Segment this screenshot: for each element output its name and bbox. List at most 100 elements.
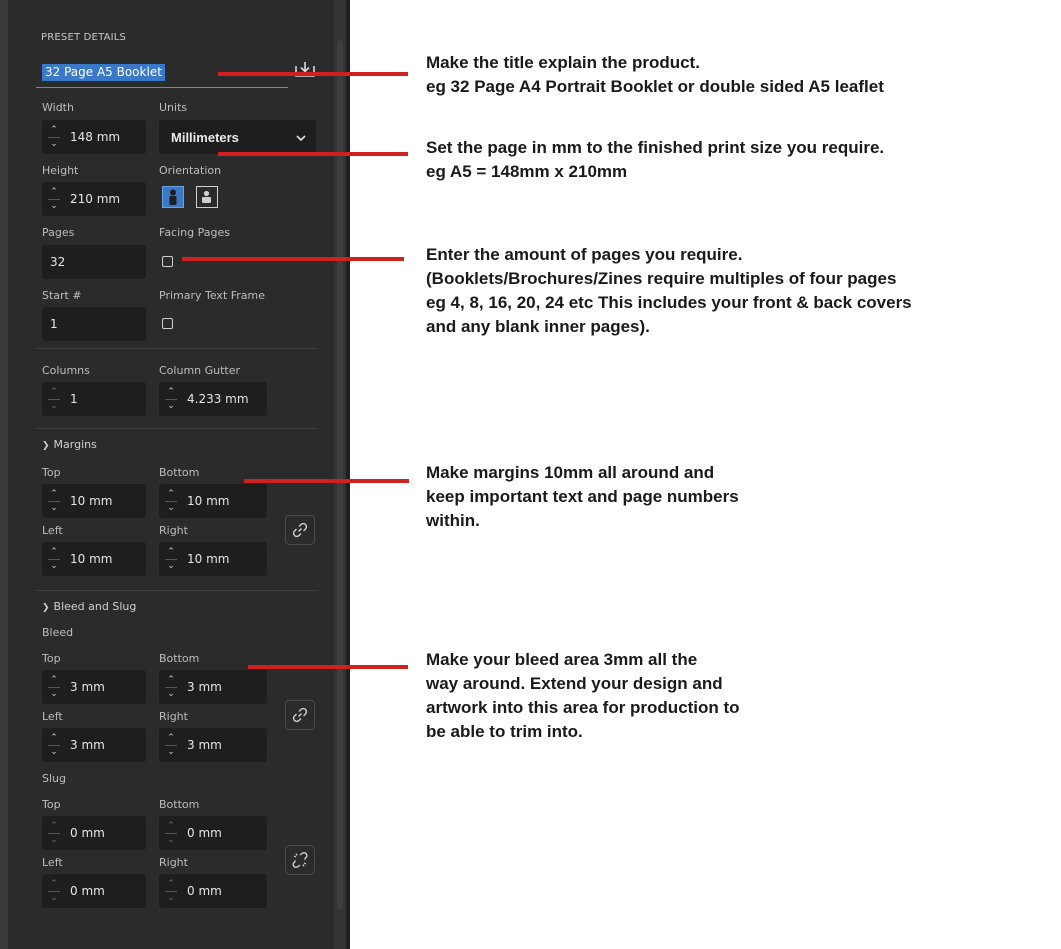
portrait-orientation-button[interactable] [162,186,184,208]
column-gutter-label: Column Gutter [159,364,241,377]
bleed-top-label: Top [42,652,61,665]
bleed-slug-heading: Bleed and Slug [53,600,137,613]
columns-value: 1 [70,392,78,406]
slug-top-stepper[interactable]: ⌃ ⌄ [46,816,62,850]
columns-label: Columns [42,364,90,377]
bleed-top-value: 3 mm [70,680,105,694]
section-divider [36,590,318,591]
chevron-down-icon: ❯ [42,603,50,613]
bleed-bottom-value: 3 mm [187,680,222,694]
width-stepper[interactable]: ⌃ ⌄ [46,120,62,154]
slug-top-value: 0 mm [70,826,105,840]
margin-top-field[interactable]: ⌃ ⌄ 10 mm [42,484,146,518]
slug-left-stepper[interactable]: ⌃ ⌄ [46,874,62,908]
margin-right-field[interactable]: ⌃ ⌄ 10 mm [159,542,267,576]
margin-right-stepper[interactable]: ⌃ ⌄ [163,542,179,576]
bleed-bottom-stepper[interactable]: ⌃ ⌄ [163,670,179,704]
margin-bottom-stepper[interactable]: ⌃ ⌄ [163,484,179,518]
bleed-bottom-field[interactable]: ⌃ ⌄ 3 mm [159,670,267,704]
margin-right-label: Right [159,524,188,537]
section-divider [36,428,318,429]
save-preset-icon[interactable] [292,60,318,80]
title-annotation: Make the title explain the product. eg 3… [426,53,884,96]
margin-right-value: 10 mm [187,552,230,566]
bleed-callout-line [248,665,408,669]
landscape-orientation-button[interactable] [196,186,218,208]
slug-bottom-field[interactable]: ⌃ ⌄ 0 mm [159,816,267,850]
margin-bottom-field[interactable]: ⌃ ⌄ 10 mm [159,484,267,518]
link-icon [292,707,308,723]
bleed-right-label: Right [159,710,188,723]
bleed-left-stepper[interactable]: ⌃ ⌄ [46,728,62,762]
column-gutter-field[interactable]: ⌃ ⌄ 4.233 mm [159,382,267,416]
slug-right-label: Right [159,856,188,869]
height-value: 210 mm [70,192,121,206]
chevron-down-icon [296,130,306,145]
link-icon [292,522,308,538]
columns-field[interactable]: ⌃ ⌄ 1 [42,382,146,416]
pages-value: 32 [50,255,66,269]
landscape-icon [202,190,211,203]
bleed-right-field[interactable]: ⌃ ⌄ 3 mm [159,728,267,762]
broken-link-icon [292,851,308,869]
slug-bottom-value: 0 mm [187,826,222,840]
columns-stepper[interactable]: ⌃ ⌄ [46,382,62,416]
bleed-top-field[interactable]: ⌃ ⌄ 3 mm [42,670,146,704]
margins-link-button[interactable] [285,515,315,545]
start-page-field[interactable]: 1 [42,307,146,341]
slug-bottom-stepper[interactable]: ⌃ ⌄ [163,816,179,850]
width-field[interactable]: ⌃ ⌄ 148 mm [42,120,146,154]
bleed-slug-section-toggle[interactable]: ❯ Bleed and Slug [42,600,136,613]
scrollbar-thumb[interactable] [337,40,343,910]
bleed-left-label: Left [42,710,63,723]
margins-annotation: Make margins 10mm all around and keep im… [426,463,739,530]
margins-callout-line [244,479,409,483]
orientation-label: Orientation [159,164,222,177]
preset-details-heading: PRESET DETAILS [41,32,127,43]
bleed-top-stepper[interactable]: ⌃ ⌄ [46,670,62,704]
bleed-link-button[interactable] [285,700,315,730]
start-page-value: 1 [50,317,58,331]
slug-label: Slug [42,772,66,785]
margin-left-value: 10 mm [70,552,113,566]
panel-edge [0,0,8,949]
pages-callout-line [182,257,404,261]
units-dropdown[interactable]: Millimeters [159,120,316,154]
slug-left-label: Left [42,856,63,869]
facing-pages-label: Facing Pages [159,226,230,239]
slug-right-stepper[interactable]: ⌃ ⌄ [163,874,179,908]
slug-left-field[interactable]: ⌃ ⌄ 0 mm [42,874,146,908]
margin-left-label: Left [42,524,63,537]
slug-unlink-button[interactable] [285,845,315,875]
primary-text-frame-checkbox[interactable] [162,318,173,329]
slug-top-field[interactable]: ⌃ ⌄ 0 mm [42,816,146,850]
margin-left-stepper[interactable]: ⌃ ⌄ [46,542,62,576]
panel-border [346,0,350,949]
slug-bottom-label: Bottom [159,798,200,811]
bleed-left-value: 3 mm [70,738,105,752]
margin-top-label: Top [42,466,61,479]
margin-bottom-label: Bottom [159,466,200,479]
height-stepper[interactable]: ⌃ ⌄ [46,182,62,216]
margins-section-toggle[interactable]: ❯ Margins [42,438,97,451]
column-gutter-stepper[interactable]: ⌃ ⌄ [163,382,179,416]
bleed-left-field[interactable]: ⌃ ⌄ 3 mm [42,728,146,762]
bleed-right-stepper[interactable]: ⌃ ⌄ [163,728,179,762]
slug-right-field[interactable]: ⌃ ⌄ 0 mm [159,874,267,908]
slug-right-value: 0 mm [187,884,222,898]
pages-label: Pages [42,226,75,239]
primary-text-frame-label: Primary Text Frame [159,289,266,302]
margin-bottom-value: 10 mm [187,494,230,508]
units-annotation: Set the page in mm to the finished print… [426,138,885,181]
margin-top-stepper[interactable]: ⌃ ⌄ [46,484,62,518]
preset-title-selected-text: 32 Page A5 Booklet [42,64,165,81]
bleed-annotation: Make your bleed area 3mm all the way aro… [426,650,740,741]
start-page-label: Start # [42,289,82,302]
units-label: Units [159,101,188,114]
margins-heading: Margins [53,438,97,451]
width-label: Width [42,101,74,114]
height-field[interactable]: ⌃ ⌄ 210 mm [42,182,146,216]
margin-left-field[interactable]: ⌃ ⌄ 10 mm [42,542,146,576]
facing-pages-checkbox[interactable] [162,256,173,267]
pages-field[interactable]: 32 [42,245,146,279]
